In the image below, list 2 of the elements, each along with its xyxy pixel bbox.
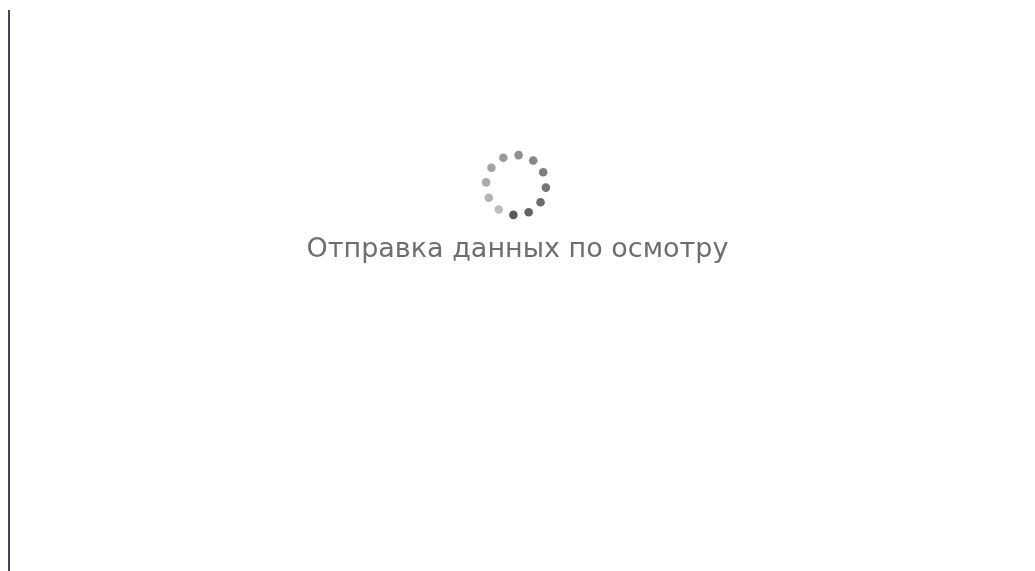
loading-message: Отправка данных по осмотру [306, 234, 729, 261]
loading-spinner-icon [481, 150, 551, 220]
